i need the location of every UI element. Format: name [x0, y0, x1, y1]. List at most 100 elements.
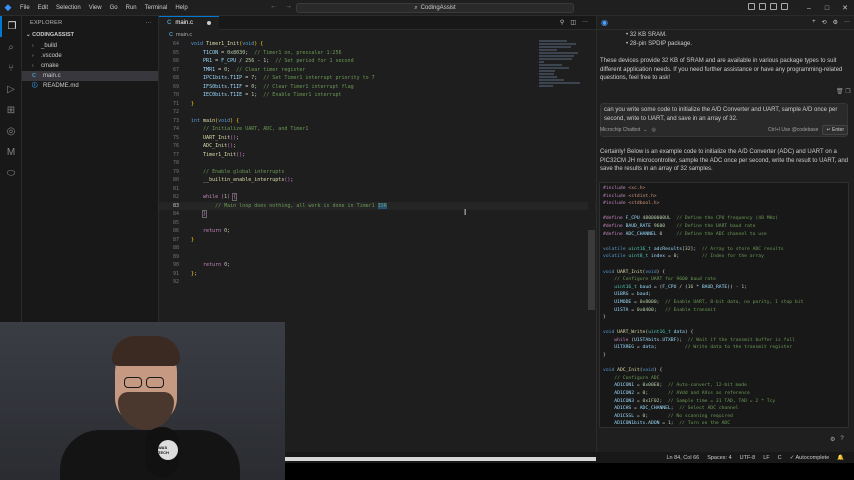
remote-icon[interactable]: ⬭ — [0, 163, 22, 184]
minimap[interactable] — [539, 40, 585, 100]
markdown-file-icon: ⓘ — [32, 83, 38, 89]
chevron-right-icon: › — [32, 53, 34, 59]
autocomplete-status[interactable]: ✓ Autocomplete — [790, 455, 829, 461]
c-file-icon: C — [169, 32, 173, 38]
tree-item-vscode[interactable]: › .vscode — [22, 51, 158, 61]
menu-selection[interactable]: Selection — [52, 0, 85, 16]
window-controls: – □ ✕ — [800, 0, 854, 16]
tree-item-main-c[interactable]: C main.c — [22, 71, 158, 81]
menu-terminal[interactable]: Terminal — [141, 0, 172, 16]
explorer-icon[interactable]: ❐ — [0, 16, 22, 37]
new-chat-icon[interactable]: + — [812, 19, 816, 26]
search-icon: ⌕ — [414, 4, 418, 11]
chat-header: ◉ + ⟲ ⚙ ··· — [597, 16, 854, 30]
toggle-panel-icon[interactable] — [759, 3, 766, 10]
cursor-position[interactable]: Ln 84, Col 66 — [666, 455, 699, 461]
menu-bar: File Edit Selection View Go Run Terminal… — [16, 0, 192, 16]
c-file-icon: C — [32, 73, 36, 79]
extensions-icon[interactable]: ⊞ — [0, 100, 22, 121]
chat-response-text: Certainly! Below is an example code to i… — [600, 149, 848, 172]
code-line: 75 UART_Init(); — [172, 134, 240, 141]
code-line: 79 // Enable global interrupts — [172, 168, 285, 175]
code-line: 92 — [172, 279, 179, 285]
command-center-label: CodingAssist — [420, 5, 456, 11]
code-line: 77 Timer1_Init(); — [172, 151, 246, 158]
editor-actions: ⚲ ◫ ··· — [560, 19, 588, 26]
code-line: 88 — [172, 245, 179, 251]
source-control-icon[interactable]: ⑂ — [0, 58, 22, 79]
tree-item-build[interactable]: › _build — [22, 41, 158, 51]
code-line: 81 — [172, 185, 179, 192]
encoding[interactable]: UTF-8 — [740, 455, 756, 461]
scrollbar-thumb[interactable] — [588, 230, 595, 310]
input-hint: Ctrl+I Use @codebase — [767, 127, 819, 133]
language-mode[interactable]: C — [778, 455, 782, 461]
forward-arrow-icon[interactable]: → — [285, 3, 292, 10]
more-actions-icon[interactable]: ··· — [844, 19, 850, 26]
copy-icon[interactable]: ❐ — [845, 89, 850, 95]
indentation[interactable]: Spaces: 4 — [707, 455, 731, 461]
model-select[interactable]: Microchip Chatbot — [600, 127, 640, 133]
help-icon[interactable]: ? — [840, 436, 843, 443]
chevron-right-icon: › — [32, 43, 34, 49]
trash-icon[interactable]: 🗑 — [836, 89, 844, 95]
code-line: 69 IFS0bits.T1IF = 0; // Clear Timer1 in… — [172, 83, 354, 90]
settings-icon[interactable]: ⚙ — [833, 19, 838, 26]
microchip-logo-icon: ◉ — [601, 18, 608, 27]
history-icon[interactable]: ⟲ — [822, 19, 827, 26]
tree-item-readme[interactable]: ⓘ README.md — [22, 81, 158, 91]
editor-scrollbar[interactable] — [588, 40, 595, 316]
code-line: 87} — [172, 236, 195, 243]
run-icon[interactable]: ⚲ — [560, 19, 564, 26]
editor-tabs: C main.c — [159, 15, 596, 30]
back-arrow-icon[interactable]: ← — [270, 3, 277, 10]
run-debug-icon[interactable]: ▷ — [0, 79, 22, 100]
customize-layout-icon[interactable] — [781, 3, 788, 10]
enter-button[interactable]: ↵ Enter — [822, 125, 848, 135]
activity-bar: ❐ ⌕ ⑂ ▷ ⊞ ◎ M ⬭ — [0, 16, 22, 323]
chat-bottom-actions: ⚙ ? — [830, 436, 844, 443]
command-center[interactable]: ⌕ CodingAssist — [296, 3, 574, 13]
toggle-sidebar-icon[interactable] — [748, 3, 755, 10]
vscode-logo-icon: ◆ — [4, 2, 12, 12]
workspace-folder[interactable]: ⌄ CODINGASSIST — [22, 30, 158, 41]
bell-icon[interactable]: 🔔 — [837, 455, 844, 461]
mplab-icon[interactable]: ◎ — [0, 121, 22, 142]
menu-view[interactable]: View — [85, 0, 106, 16]
chatbot-icon[interactable]: M — [0, 142, 22, 163]
close-icon[interactable]: ✕ — [836, 0, 854, 16]
at-icon[interactable]: ◎ — [652, 127, 656, 133]
menu-go[interactable]: Go — [106, 0, 122, 16]
code-line: 90 return 0; — [172, 262, 231, 268]
tab-main-c[interactable]: C main.c — [159, 15, 219, 30]
chevron-down-icon[interactable]: ⌄ — [643, 127, 647, 133]
c-file-icon: C — [167, 20, 172, 26]
explorer-sidebar: EXPLORER ··· ⌄ CODINGASSIST › _build › .… — [22, 16, 159, 323]
menu-file[interactable]: File — [16, 0, 34, 16]
end-of-line[interactable]: LF — [763, 455, 769, 461]
code-line: 82 while (1) { — [172, 193, 238, 201]
code-editor[interactable]: 64 void Timer1_Init(void) { 65 T1CON = 0x… — [159, 40, 596, 287]
code-line: 74 // Initialize UART, ADC, and Timer1 — [172, 126, 309, 132]
code-line: 86 return 0; — [172, 228, 231, 234]
chat-list-item: • 32 KB SRAM. — [626, 32, 667, 38]
title-bar: ◆ File Edit Selection View Go Run Termin… — [0, 0, 854, 16]
chat-code-block[interactable]: #include <xc.h> #include <stdint.h> #inc… — [599, 182, 849, 428]
webcam-overlay: WAS TECH — [0, 322, 285, 480]
breadcrumb: C main.c — [169, 32, 193, 38]
maximize-icon[interactable]: □ — [818, 0, 836, 16]
mic-badge: WAS TECH — [158, 440, 178, 460]
minimize-icon[interactable]: – — [800, 0, 818, 16]
menu-help[interactable]: Help — [171, 0, 191, 16]
unsaved-dot-icon[interactable] — [207, 21, 211, 25]
split-editor-icon[interactable]: ◫ — [570, 19, 576, 26]
tree-item-cmake[interactable]: › cmake — [22, 61, 158, 71]
menu-edit[interactable]: Edit — [34, 0, 52, 16]
code-line: 65 T1CON = 0x8030; // Timer1 on, prescal… — [172, 49, 342, 56]
more-actions-icon[interactable]: ··· — [146, 16, 152, 30]
search-icon[interactable]: ⌕ — [0, 37, 22, 58]
more-actions-icon[interactable]: ··· — [582, 19, 588, 26]
settings-icon[interactable]: ⚙ — [830, 436, 835, 443]
menu-run[interactable]: Run — [122, 0, 141, 16]
toggle-secondary-sidebar-icon[interactable] — [770, 3, 777, 10]
